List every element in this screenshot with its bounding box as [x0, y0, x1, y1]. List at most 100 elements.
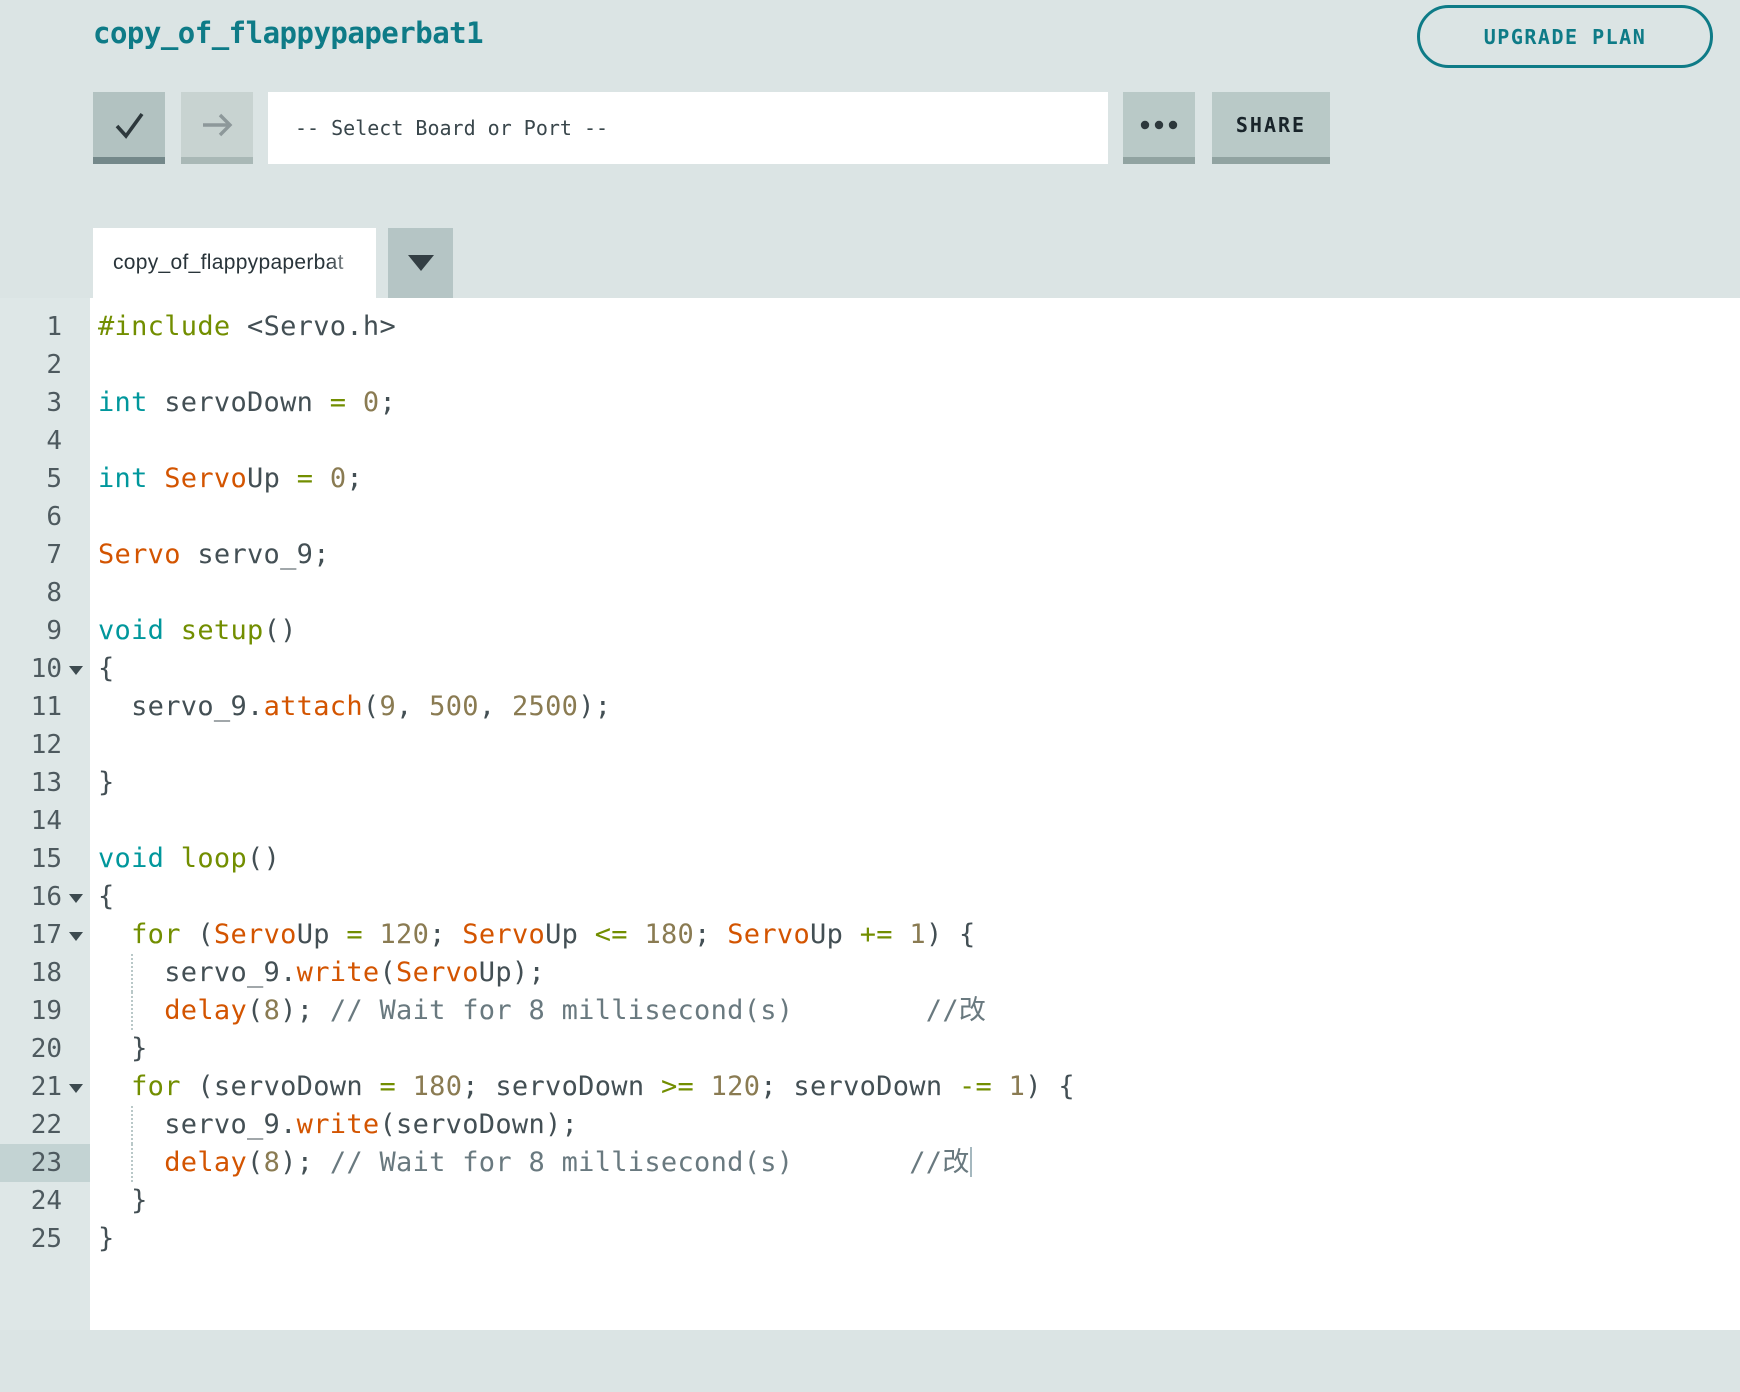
line-number: 12 — [30, 730, 62, 760]
code-line[interactable]: 25} — [0, 1220, 1740, 1258]
fold-arrow-icon[interactable] — [69, 666, 83, 675]
line-number: 14 — [30, 806, 62, 836]
fold-arrow-icon[interactable] — [69, 1084, 83, 1093]
code-text: int ServoUp = 0; — [98, 463, 363, 494]
gutter-cell: 15 — [0, 840, 90, 878]
code-line[interactable]: 21 for (servoDown = 180; servoDown >= 12… — [0, 1068, 1740, 1106]
code-text: } — [98, 1033, 148, 1064]
ellipsis-icon — [1140, 120, 1178, 129]
upload-button[interactable] — [181, 92, 253, 164]
fold-slot — [62, 650, 90, 688]
text-cursor — [969, 1147, 972, 1177]
code-text: for (servoDown = 180; servoDown >= 120; … — [131, 1071, 1075, 1102]
code-line[interactable]: 14 — [0, 802, 1740, 840]
code-text: #include <Servo.h> — [98, 311, 397, 342]
code-line[interactable]: 20 } — [0, 1030, 1740, 1068]
code-line[interactable]: 8 — [0, 574, 1740, 612]
code-line[interactable]: 12 — [0, 726, 1740, 764]
code-line[interactable]: 9 void setup() — [0, 612, 1740, 650]
fold-slot — [62, 384, 90, 422]
fold-slot — [62, 726, 90, 764]
fold-slot — [62, 1182, 90, 1220]
board-port-select-value: -- Select Board or Port -- — [295, 116, 609, 140]
line-number: 7 — [46, 540, 62, 570]
gutter-cell: 12 — [0, 726, 90, 764]
line-number: 1 — [46, 312, 62, 342]
indent-guide — [131, 1144, 133, 1182]
code-text: } — [98, 767, 115, 798]
line-number: 10 — [30, 654, 62, 684]
code-text: void setup() — [98, 615, 297, 646]
code-line[interactable]: 6 — [0, 498, 1740, 536]
line-number: 22 — [30, 1110, 62, 1140]
code-line[interactable]: 4 — [0, 422, 1740, 460]
indent-guide — [131, 954, 133, 992]
fold-arrow-icon[interactable] — [69, 932, 83, 941]
code-line[interactable]: 19 delay(8); // Wait for 8 millisecond(s… — [0, 992, 1740, 1030]
code-line[interactable]: 17 for (ServoUp = 120; ServoUp <= 180; S… — [0, 916, 1740, 954]
code-line[interactable]: 10 { — [0, 650, 1740, 688]
fold-slot — [62, 308, 90, 346]
verify-button[interactable] — [93, 92, 165, 164]
line-number: 13 — [30, 768, 62, 798]
line-number: 21 — [30, 1072, 62, 1102]
fold-slot — [62, 840, 90, 878]
fold-slot — [62, 498, 90, 536]
check-icon — [115, 112, 144, 139]
line-number: 5 — [46, 464, 62, 494]
code-line[interactable]: 2 — [0, 346, 1740, 384]
code-line[interactable]: 15 void loop() — [0, 840, 1740, 878]
fold-slot — [62, 1068, 90, 1106]
fold-slot — [62, 460, 90, 498]
line-number: 3 — [46, 388, 62, 418]
gutter-cell: 2 — [0, 346, 90, 384]
code-line[interactable]: 23 delay(8); // Wait for 8 millisecond(s… — [0, 1144, 1740, 1182]
gutter-cell: 24 — [0, 1182, 90, 1220]
more-options-button[interactable] — [1123, 92, 1195, 164]
line-number: 6 — [46, 502, 62, 532]
code-editor[interactable]: 1 #include <Servo.h> 2 3 int servoDown = 0; 4… — [0, 298, 1740, 1330]
gutter-cell: 20 — [0, 1030, 90, 1068]
gutter-cell: 6 — [0, 498, 90, 536]
code-line[interactable]: 11 servo_9.attach(9, 500, 2500); — [0, 688, 1740, 726]
code-text: servo_9.write(servoDown); — [90, 1106, 578, 1144]
code-text: void loop() — [98, 843, 281, 874]
code-line[interactable]: 1 #include <Servo.h> — [0, 308, 1740, 346]
code-line[interactable]: 5 int ServoUp = 0; — [0, 460, 1740, 498]
fold-slot — [62, 878, 90, 916]
code-lines: 1 #include <Servo.h> 2 3 int servoDown = 0; 4… — [0, 298, 1740, 1258]
code-line[interactable]: 3 int servoDown = 0; — [0, 384, 1740, 422]
gutter-cell: 4 — [0, 422, 90, 460]
gutter-cell: 16 — [0, 878, 90, 916]
code-line[interactable]: 22 servo_9.write(servoDown); — [0, 1106, 1740, 1144]
board-port-select[interactable]: -- Select Board or Port -- — [268, 92, 1108, 164]
fold-slot — [62, 916, 90, 954]
code-line[interactable]: 13} — [0, 764, 1740, 802]
code-text: servo_9.write(ServoUp); — [90, 954, 545, 992]
line-number: 19 — [30, 996, 62, 1026]
page-title: copy_of_flappypaperbat1 — [93, 16, 484, 50]
code-line[interactable]: 18 servo_9.write(ServoUp); — [0, 954, 1740, 992]
code-text: int servoDown = 0; — [98, 387, 397, 418]
gutter-cell: 23 — [0, 1144, 90, 1182]
code-line[interactable]: 16 { — [0, 878, 1740, 916]
line-number: 8 — [46, 578, 62, 608]
tab-dropdown-button[interactable] — [388, 228, 453, 298]
fold-slot — [62, 612, 90, 650]
share-button[interactable]: SHARE — [1212, 92, 1330, 164]
code-line[interactable]: 24 } — [0, 1182, 1740, 1220]
gutter-cell: 17 — [0, 916, 90, 954]
code-text: { — [98, 653, 115, 684]
upgrade-plan-button[interactable]: UPGRADE PLAN — [1417, 5, 1713, 68]
code-line[interactable]: 7 Servo servo_9; — [0, 536, 1740, 574]
tab-sketch[interactable]: copy_of_flappypaperbat — [93, 228, 376, 298]
fold-arrow-icon[interactable] — [69, 894, 83, 903]
line-number: 9 — [46, 616, 62, 646]
gutter-cell: 13 — [0, 764, 90, 802]
fold-slot — [62, 1106, 90, 1144]
line-number: 16 — [30, 882, 62, 912]
